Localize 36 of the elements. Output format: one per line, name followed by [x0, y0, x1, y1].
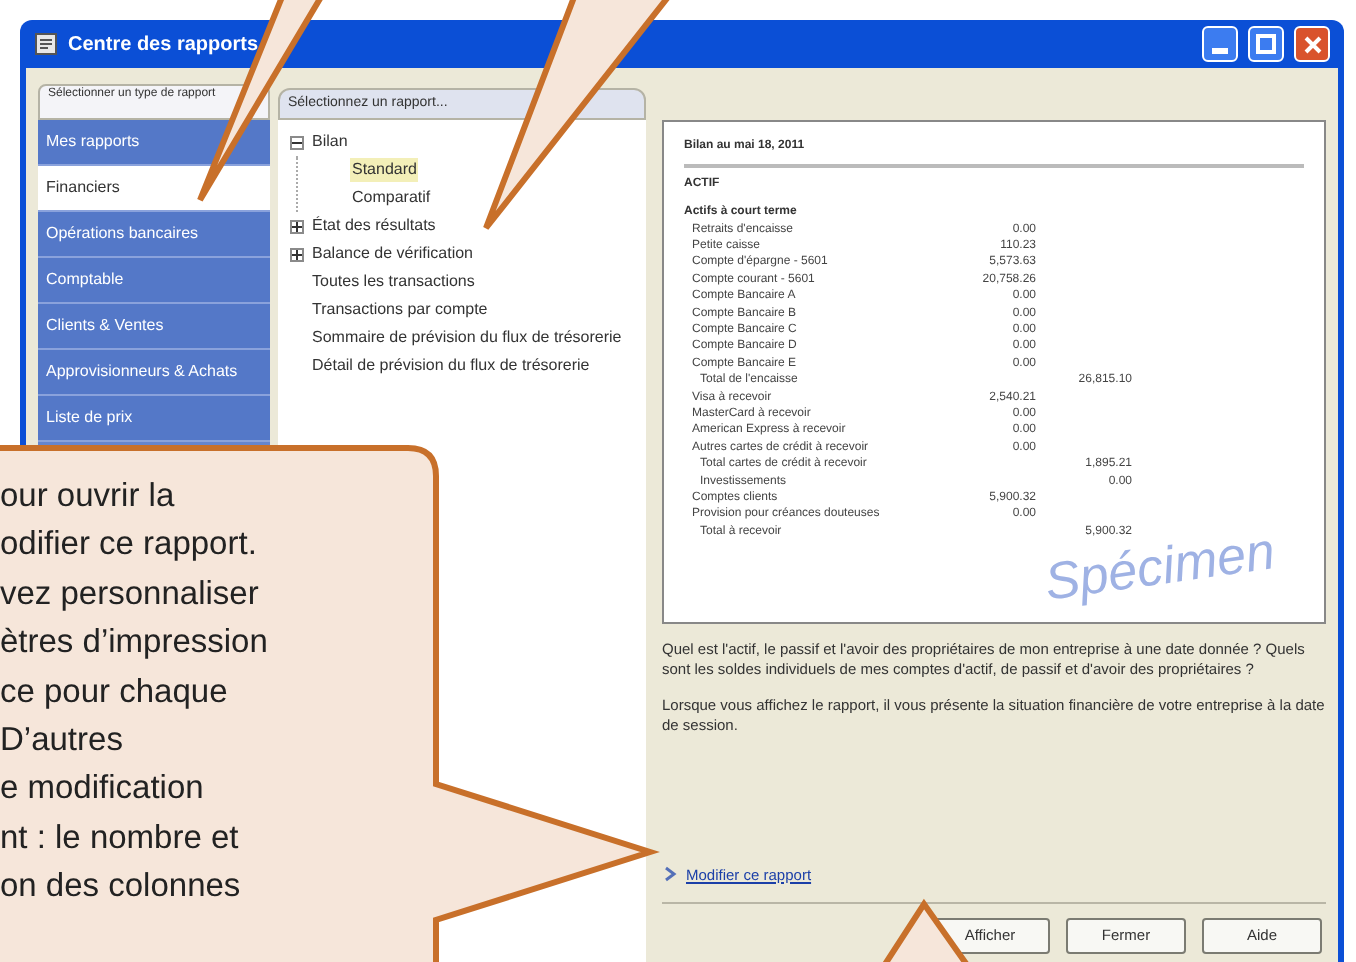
collapse-icon[interactable]	[290, 135, 304, 149]
sidebar-item[interactable]: Financiers	[38, 166, 270, 212]
callout-text: ètres d’impression	[0, 622, 270, 665]
tree-item[interactable]: Bilan	[310, 130, 350, 154]
callout-text: vez personnaliser	[0, 573, 261, 616]
expand-icon[interactable]	[290, 247, 304, 261]
maximize-button[interactable]	[1248, 26, 1284, 62]
tree-item[interactable]: Sommaire de prévision du flux de trésorerie	[310, 326, 624, 350]
callout-text: nt : le nombre et	[0, 817, 241, 860]
sidebar-item[interactable]: Comptable	[38, 258, 270, 304]
window-icon	[34, 32, 58, 56]
sidebar-item[interactable]: Clients & Ventes	[38, 304, 270, 350]
expand-icon[interactable]	[290, 219, 304, 233]
window-title: Centre des rapports	[68, 31, 259, 59]
callout-text: ce pour chaque	[0, 671, 230, 714]
tree-item[interactable]: État des résultats	[310, 214, 438, 238]
tree-item[interactable]: Comparatif	[350, 186, 433, 210]
sidebar-item[interactable]: Liste de prix	[38, 396, 270, 442]
minimize-button[interactable]	[1202, 26, 1238, 62]
tree-item[interactable]: Balance de vérification	[310, 242, 475, 266]
callout-text: odifier ce rapport.	[0, 524, 259, 567]
sidebar-item[interactable]: Approvisionneurs & Achats	[38, 350, 270, 396]
callout-text: our ouvrir la	[0, 476, 177, 518]
tree-item[interactable]: Standard	[350, 158, 419, 182]
tree-item[interactable]: Transactions par compte	[310, 298, 490, 322]
minimize-icon	[1212, 48, 1228, 54]
sidebar-item[interactable]: Opérations bancaires	[38, 212, 270, 258]
callout-text: on des colonnes	[0, 866, 243, 909]
callout-text: e modification	[0, 768, 206, 811]
sidebar-item[interactable]: Mes rapports	[38, 120, 270, 166]
callout-text: D’autres	[0, 720, 125, 763]
tree-item[interactable]: Toutes les transactions	[310, 270, 477, 294]
maximize-icon	[1256, 34, 1276, 54]
close-icon	[1303, 35, 1321, 53]
tree-item[interactable]: Détail de prévision du flux de trésorerie	[310, 354, 592, 378]
close-button[interactable]	[1294, 26, 1330, 62]
